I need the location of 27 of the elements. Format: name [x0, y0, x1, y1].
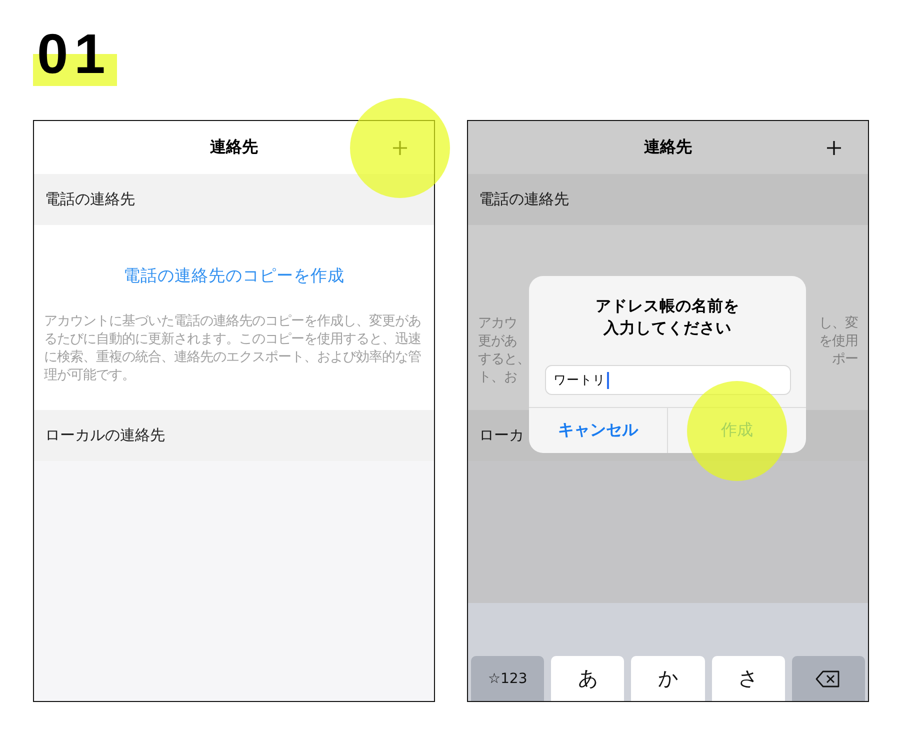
description-fragment: を使用: [819, 333, 858, 351]
section-title: 電話の連絡先: [479, 190, 569, 209]
name-input-field[interactable]: ワートリ: [544, 365, 790, 395]
section-title: ローカ: [479, 426, 524, 445]
text-caret: [606, 372, 608, 388]
backspace-icon: [815, 670, 842, 688]
keyboard-key[interactable]: あ: [551, 656, 624, 701]
keyboard-key[interactable]: さ: [712, 656, 785, 701]
dialog-button[interactable]: キャンセル: [529, 408, 667, 453]
screen-title: 連絡先: [644, 137, 692, 158]
description-fragment: ポー: [832, 351, 858, 369]
description-fragment: 更があ: [478, 333, 517, 351]
keyboard-key[interactable]: か: [631, 656, 705, 701]
section-title: 電話の連絡先: [45, 190, 135, 209]
dialog-title: アドレス帳の名前を: [596, 296, 740, 317]
description-fragment: ト、お: [478, 369, 517, 387]
delete-key[interactable]: [792, 656, 866, 701]
section-title: ローカルの連絡先: [45, 426, 165, 445]
plus-icon: [392, 140, 408, 156]
plus-icon: [826, 140, 842, 156]
numbers-key[interactable]: ☆123: [471, 656, 544, 701]
screen-title: 連絡先: [210, 137, 258, 158]
description-text: アカウントに基づいた電話の連絡先のコピーを作成し、変更があるたびに自動的に更新されます。このコピーを使用すると、迅速に検索、重複の統合、連絡先のエクスポート、および効率的な管理が可能です。: [44, 313, 422, 385]
description-fragment: し、変: [819, 315, 858, 333]
description-fragment: すると、: [478, 351, 530, 369]
dialog-title: 入力してください: [604, 318, 732, 339]
description-fragment: アカウ: [478, 315, 517, 333]
